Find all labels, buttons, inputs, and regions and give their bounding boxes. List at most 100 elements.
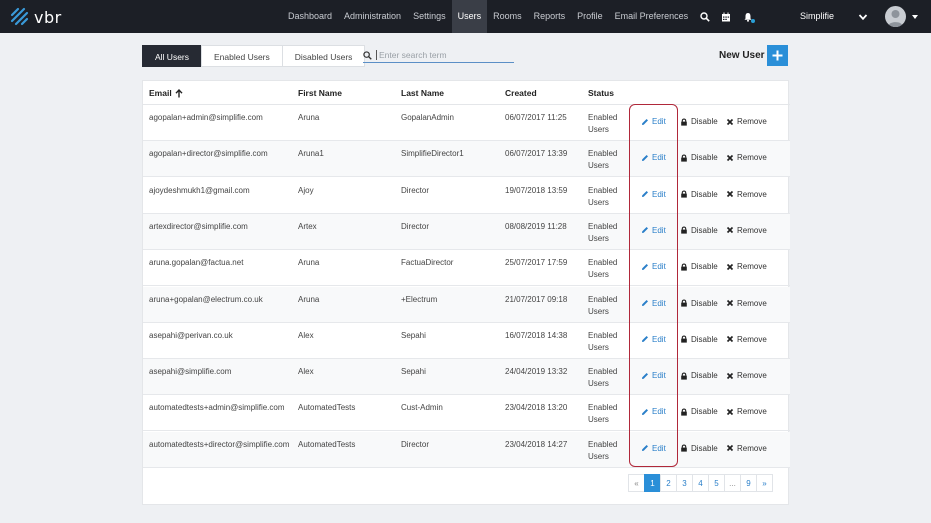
remove-button[interactable]: Remove xyxy=(726,444,767,453)
chevron-down-icon[interactable] xyxy=(858,12,868,22)
edit-button[interactable]: Edit xyxy=(641,153,666,162)
table-row: automatedtests+admin@simplifie.com Automa… xyxy=(143,395,790,432)
disable-button[interactable]: Disable xyxy=(680,190,718,199)
caret-down-icon[interactable] xyxy=(912,15,918,19)
bell-icon[interactable] xyxy=(742,11,755,23)
close-icon xyxy=(726,408,734,415)
nav-item-email-preferences[interactable]: Email Preferences xyxy=(609,0,695,33)
disable-button[interactable]: Disable xyxy=(680,226,718,235)
calendar-icon[interactable] xyxy=(720,11,732,23)
disable-button[interactable]: Disable xyxy=(680,153,718,162)
disable-label: Disable xyxy=(691,189,718,199)
search-input[interactable] xyxy=(376,50,506,60)
remove-button[interactable]: Remove xyxy=(726,153,767,162)
new-user-button[interactable] xyxy=(767,45,788,66)
avatar[interactable] xyxy=(885,6,906,27)
table-header: Email First Name Last Name Created Statu… xyxy=(143,81,790,105)
pagination-page-1[interactable]: 1 xyxy=(644,474,661,492)
disable-button[interactable]: Disable xyxy=(680,299,718,308)
edit-button[interactable]: Edit xyxy=(641,299,666,308)
disable-button[interactable]: Disable xyxy=(680,262,718,271)
header-status[interactable]: Status xyxy=(588,88,614,98)
cell-status: Enabled Users xyxy=(588,113,618,134)
sort-ascending-icon xyxy=(175,88,183,97)
edit-button[interactable]: Edit xyxy=(641,190,666,199)
tab-enabled-users[interactable]: Enabled Users xyxy=(201,45,283,67)
pagination-page-2[interactable]: 2 xyxy=(660,474,677,492)
edit-button[interactable]: Edit xyxy=(641,335,666,344)
nav-item-users[interactable]: Users xyxy=(451,0,488,33)
brand-logo[interactable]: vbr xyxy=(10,7,62,27)
remove-label: Remove xyxy=(737,298,767,308)
remove-button[interactable]: Remove xyxy=(726,190,767,199)
remove-button[interactable]: Remove xyxy=(726,226,767,235)
remove-button[interactable]: Remove xyxy=(726,371,767,380)
cell-status: Enabled Users xyxy=(588,330,618,352)
lock-icon xyxy=(681,154,687,162)
edit-button[interactable]: Edit xyxy=(641,407,666,416)
disable-label: Disable xyxy=(691,371,718,381)
table-row: agopalan+admin@simplifie.com Aruna Gopalan… xyxy=(143,105,790,141)
cell-email: agopalan+admin@simplifie.com xyxy=(149,113,263,122)
remove-button[interactable]: Remove xyxy=(726,335,767,344)
header-created[interactable]: Created xyxy=(505,88,537,98)
remove-button[interactable]: Remove xyxy=(726,117,767,126)
cell-created: 24/04/2019 13:32 xyxy=(505,367,568,377)
disable-label: Disable xyxy=(691,117,718,126)
nav-item-reports[interactable]: Reports xyxy=(528,0,572,33)
edit-label: Edit xyxy=(652,225,666,235)
cell-created: 08/08/2019 11:28 xyxy=(505,221,567,231)
cell-first-name: Aruna1 xyxy=(298,149,324,159)
pagination-page-4[interactable]: 4 xyxy=(692,474,709,492)
edit-button[interactable]: Edit xyxy=(641,117,666,126)
header-email[interactable]: Email xyxy=(149,88,183,98)
lock-icon xyxy=(681,372,687,380)
pagination-next[interactable]: » xyxy=(756,474,773,492)
search-icon[interactable] xyxy=(699,11,711,23)
users-table-card: Email First Name Last Name Created Statu… xyxy=(142,80,790,505)
cell-email: automatedtests+admin@simplifie.com xyxy=(149,403,285,413)
disable-button[interactable]: Disable xyxy=(680,371,718,380)
edit-label: Edit xyxy=(652,371,666,381)
cell-status: Enabled Users xyxy=(588,185,618,207)
edit-label: Edit xyxy=(652,407,666,417)
cell-created: 23/04/2018 14:27 xyxy=(505,439,568,449)
pencil-icon xyxy=(642,300,648,306)
remove-button[interactable]: Remove xyxy=(726,262,767,271)
tab-disabled-users[interactable]: Disabled Users xyxy=(281,45,366,67)
tab-all-users[interactable]: All Users xyxy=(142,45,203,67)
edit-button[interactable]: Edit xyxy=(641,444,666,453)
nav-item-dashboard[interactable]: Dashboard xyxy=(282,0,338,33)
header-last-name[interactable]: Last Name xyxy=(401,88,444,98)
pagination-page-3[interactable]: 3 xyxy=(676,474,693,492)
nav-item-administration[interactable]: Administration xyxy=(338,0,407,33)
remove-label: Remove xyxy=(737,153,767,163)
edit-button[interactable]: Edit xyxy=(641,262,666,271)
disable-button[interactable]: Disable xyxy=(680,117,718,126)
header-first-name[interactable]: First Name xyxy=(298,88,342,98)
cell-first-name: Aruna xyxy=(298,113,320,122)
nav-item-profile[interactable]: Profile xyxy=(571,0,609,33)
disable-label: Disable xyxy=(691,407,718,417)
nav-item-settings[interactable]: Settings xyxy=(407,0,452,33)
pagination-page-9[interactable]: 9 xyxy=(740,474,757,492)
cell-last-name: Director xyxy=(401,185,430,195)
cell-status: Enabled Users xyxy=(588,439,618,461)
disable-label: Disable xyxy=(691,443,718,453)
pagination-page-5[interactable]: 5 xyxy=(708,474,725,492)
edit-button[interactable]: Edit xyxy=(641,371,666,380)
pagination-prev[interactable]: « xyxy=(628,474,645,492)
lock-icon xyxy=(681,118,687,126)
table-row: artexdirector@simplifie.com Artex Director… xyxy=(143,213,790,250)
cell-first-name: AutomatedTests xyxy=(298,403,356,413)
edit-button[interactable]: Edit xyxy=(641,226,666,235)
disable-button[interactable]: Disable xyxy=(680,335,718,344)
disable-button[interactable]: Disable xyxy=(680,407,718,416)
account-name[interactable]: Simplifie xyxy=(800,0,834,33)
remove-button[interactable]: Remove xyxy=(726,299,767,308)
disable-button[interactable]: Disable xyxy=(680,444,718,453)
pencil-icon xyxy=(642,263,648,270)
nav-item-rooms[interactable]: Rooms xyxy=(487,0,528,33)
remove-button[interactable]: Remove xyxy=(726,407,767,416)
plus-icon xyxy=(772,50,783,61)
